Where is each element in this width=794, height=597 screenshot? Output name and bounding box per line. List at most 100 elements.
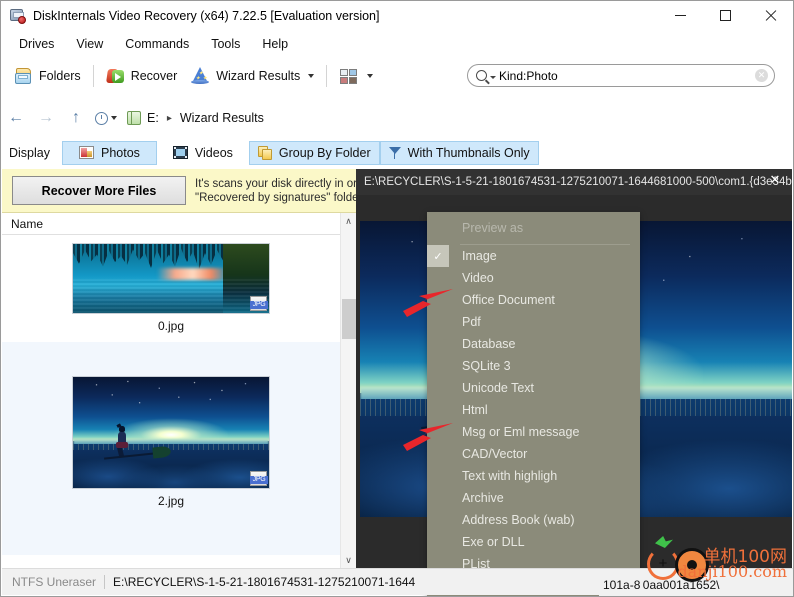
maximize-button[interactable] — [703, 1, 748, 30]
recover-notice-banner: Recover More Files It's scans your disk … — [2, 169, 356, 213]
tab-videos-label: Videos — [194, 146, 233, 160]
search-chevron-down-icon[interactable] — [490, 75, 496, 79]
menu-option-database[interactable]: Database — [427, 333, 640, 355]
history-button[interactable] — [91, 111, 121, 125]
menu-option-label: Address Book (wab) — [462, 513, 575, 527]
breadcrumb-drive[interactable]: E: — [147, 111, 159, 125]
menu-option-text-with-highligh[interactable]: Text with highligh — [427, 465, 640, 487]
menu-item-tools[interactable]: Tools — [201, 34, 250, 54]
display-bar: Display Photos Videos Group By Folder Wi… — [1, 138, 793, 168]
check-icon: ✓ — [427, 245, 449, 267]
history-clock-icon — [95, 111, 108, 125]
wizard-hat-icon: ✦ ✦ ✦ — [191, 66, 211, 86]
recover-more-files-button[interactable]: Recover More Files — [12, 176, 186, 205]
thumbnail-view-icon — [339, 67, 359, 86]
folders-icon — [14, 67, 34, 86]
scroll-up-icon[interactable]: ∧ — [345, 213, 352, 229]
search-clear-icon[interactable]: ✕ — [755, 69, 768, 82]
window-title: DiskInternals Video Recovery (x64) 7.22.… — [33, 8, 380, 23]
filter-group-by-folder[interactable]: Group By Folder — [248, 141, 380, 165]
chevron-down-icon[interactable] — [308, 74, 315, 78]
search-box[interactable]: Kind:Photo ✕ — [467, 64, 775, 87]
menu-bar: Drives View Commands Tools Help — [1, 30, 793, 57]
menu-item-drives[interactable]: Drives — [9, 34, 64, 54]
jpg-badge-icon: JPG — [250, 471, 268, 486]
status-divider — [104, 575, 106, 589]
menu-option-label: Msg or Eml message — [462, 425, 580, 439]
folders-button[interactable]: Folders — [7, 64, 88, 89]
scrollbar-thumb[interactable] — [342, 299, 356, 339]
menu-item-help[interactable]: Help — [252, 34, 298, 54]
breadcrumb-current[interactable]: Wizard Results — [180, 111, 264, 125]
up-button[interactable]: ↑ — [61, 105, 91, 131]
menu-option-label: Video — [462, 271, 494, 285]
menu-option-cad-vector[interactable]: CAD/Vector — [427, 443, 640, 465]
menu-option-msg-or-eml-message[interactable]: Msg or Eml message — [427, 421, 640, 443]
menu-option-label: Exe or DLL — [462, 535, 525, 549]
list-item[interactable]: JPG 0.jpg — [2, 235, 340, 342]
history-chevron-down-icon[interactable] — [111, 116, 117, 120]
filter-with-thumbnails-only[interactable]: With Thumbnails Only — [379, 141, 539, 165]
tab-videos[interactable]: Videos — [157, 141, 249, 165]
menu-option-label: CAD/Vector — [462, 447, 528, 461]
folders-label: Folders — [39, 69, 81, 83]
menu-option-office-document[interactable]: Office Document — [427, 289, 640, 311]
preview-close-icon[interactable]: ✕ — [768, 173, 782, 187]
window-controls — [658, 1, 793, 30]
menu-option-unicode-text[interactable]: Unicode Text — [427, 377, 640, 399]
breadcrumb-separator-icon: ▸ — [166, 112, 172, 124]
menu-option-label: Image — [462, 249, 497, 263]
menu-option-sqlite-3[interactable]: SQLite 3 — [427, 355, 640, 377]
menu-option-label: Text with highligh — [462, 469, 558, 483]
filter-group-by-folder-label: Group By Folder — [278, 146, 371, 160]
file-list-scrollbar[interactable]: ∧ ∨ — [340, 213, 356, 568]
status-mode-label: NTFS Uneraser — [12, 575, 97, 589]
drive-icon — [127, 110, 142, 126]
thumbnail-image-2 — [73, 377, 269, 488]
view-chevron-down-icon[interactable] — [367, 74, 374, 78]
recover-button[interactable]: Recover — [99, 64, 185, 89]
wizard-results-button[interactable]: ✦ ✦ ✦ Wizard Results — [184, 64, 321, 89]
wizard-results-label: Wizard Results — [216, 69, 301, 83]
menu-option-label: Office Document — [462, 293, 555, 307]
search-icon — [476, 70, 487, 81]
notice-line-2: "Recovered by signatures" folder — [195, 191, 356, 204]
watermark: + 单机100网 danji100.com — [629, 536, 789, 592]
menu-option-address-book-wab[interactable]: Address Book (wab) — [427, 509, 640, 531]
preview-as-context-menu[interactable]: Preview as ✓ Image Video Office Document… — [427, 212, 640, 596]
menu-item-view[interactable]: View — [66, 34, 113, 54]
menu-option-exe-or-dll[interactable]: Exe or DLL — [427, 531, 640, 553]
status-path: E:\RECYCLER\S-1-5-21-1801674531-12752100… — [113, 575, 416, 589]
scroll-down-icon[interactable]: ∨ — [345, 552, 352, 568]
list-item[interactable]: JPG 2.jpg — [2, 342, 340, 555]
videos-icon — [172, 146, 189, 160]
menu-option-label: Unicode Text — [462, 381, 535, 395]
forward-button[interactable]: → — [31, 105, 61, 131]
app-icon — [10, 8, 26, 24]
jpg-badge-icon: JPG — [250, 296, 268, 311]
jpg-badge-label: JPG — [250, 476, 268, 484]
column-header-name[interactable]: Name — [11, 217, 43, 231]
file-list[interactable]: JPG 0.jpg JPG 2.jpg — [2, 235, 340, 568]
menu-option-label: Archive — [462, 491, 504, 505]
watermark-line-2: danji100.com — [677, 562, 787, 581]
menu-option-pdf[interactable]: Pdf — [427, 311, 640, 333]
close-button[interactable] — [748, 1, 793, 30]
view-mode-button[interactable] — [332, 64, 380, 89]
back-button[interactable]: ← — [1, 105, 31, 131]
preview-path-bar: E:\RECYCLER\S-1-5-21-1801674531-12752100… — [356, 169, 792, 195]
thumbnail-frame: JPG — [72, 243, 270, 314]
tab-photos[interactable]: Photos — [62, 141, 157, 165]
minimize-icon — [675, 15, 686, 16]
notice-text: It's scans your disk directly in ord "Re… — [195, 177, 356, 205]
menu-option-archive[interactable]: Archive — [427, 487, 640, 509]
minimize-button[interactable] — [658, 1, 703, 30]
maximize-icon — [720, 10, 731, 21]
preview-path-text: E:\RECYCLER\S-1-5-21-1801674531-12752100… — [364, 176, 792, 188]
menu-item-commands[interactable]: Commands — [115, 34, 199, 54]
search-input[interactable]: Kind:Photo — [499, 69, 755, 83]
menu-option-html[interactable]: Html — [427, 399, 640, 421]
menu-option-video[interactable]: Video — [427, 267, 640, 289]
breadcrumb-bar: ← → ↑ E: ▸ Wizard Results — [1, 102, 793, 134]
menu-option-image[interactable]: ✓ Image — [427, 245, 640, 267]
